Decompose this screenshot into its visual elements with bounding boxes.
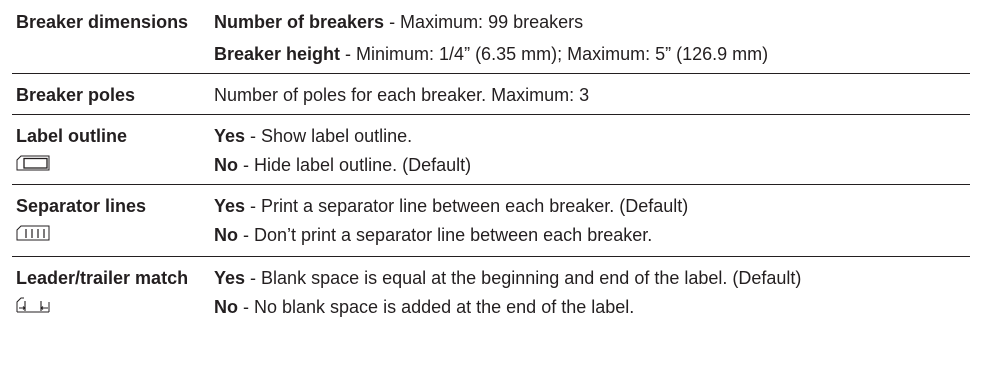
setting-name-cell: Breaker dimensions (12, 0, 214, 74)
setting-name: Separator lines (16, 196, 147, 216)
option-label: No (214, 297, 238, 317)
description-line: Yes - Blank space is equal at the beginn… (214, 267, 970, 289)
setting-name-cell: Label outline (12, 115, 214, 185)
option-text: - Show label outline. (245, 126, 413, 146)
setting-description-cell: Yes - Print a separator line between eac… (214, 185, 970, 257)
table-row: Breaker poles Number of poles for each b… (12, 74, 970, 115)
description-line: No - Don’t print a separator line betwee… (214, 224, 970, 246)
setting-name: Leader/trailer match (16, 268, 189, 288)
table-row: Separator lines Yes - Print a separator … (12, 185, 970, 257)
setting-description-cell: Yes - Blank space is equal at the beginn… (214, 257, 970, 319)
description-line: Number of breakers - Maximum: 99 breaker… (214, 11, 970, 33)
setting-description-cell: Yes - Show label outline. No - Hide labe… (214, 115, 970, 185)
description-line: Breaker height - Minimum: 1/4” (6.35 mm)… (214, 43, 970, 65)
option-label: Yes (214, 268, 246, 288)
option-text: - Hide label outline. (Default) (238, 155, 472, 175)
option-text: - Minimum: 1/4” (6.35 mm); Maximum: 5” (… (340, 44, 769, 64)
option-label: Breaker height (214, 44, 341, 64)
setting-description-cell: Number of poles for each breaker. Maximu… (214, 74, 970, 115)
option-label: No (214, 155, 238, 175)
option-text: - Don’t print a separator line between e… (238, 225, 653, 245)
description-line: Yes - Print a separator line between eac… (214, 195, 970, 217)
setting-description-cell: Number of breakers - Maximum: 99 breaker… (214, 0, 970, 74)
option-text: - Print a separator line between each br… (245, 196, 689, 216)
table-row: Label outline Yes - Show label outline. … (12, 115, 970, 185)
table-row: Breaker dimensions Number of breakers - … (12, 0, 970, 74)
breaker-settings-table: Breaker dimensions Number of breakers - … (12, 0, 970, 318)
option-label: Number of breakers (214, 12, 385, 32)
option-label: Yes (214, 126, 246, 146)
option-text: Number of poles for each breaker. Maximu… (214, 85, 590, 105)
setting-name-cell: Leader/trailer match (12, 257, 214, 319)
option-text: - Blank space is equal at the beginning … (245, 268, 802, 288)
setting-name-cell: Breaker poles (12, 74, 214, 115)
label-outline-icon (16, 155, 214, 176)
table-row: Leader/trailer match Yes - Blank space i… (12, 257, 970, 319)
option-text: - Maximum: 99 breakers (384, 12, 584, 32)
option-text: - No blank space is added at the end of … (238, 297, 635, 317)
description-line: No - Hide label outline. (Default) (214, 154, 970, 176)
separator-lines-icon (16, 225, 214, 246)
option-label: Yes (214, 196, 246, 216)
description-line: No - No blank space is added at the end … (214, 296, 970, 318)
option-label: No (214, 225, 238, 245)
description-line: Yes - Show label outline. (214, 125, 970, 147)
leader-trailer-match-icon (16, 297, 214, 318)
description-line: Number of poles for each breaker. Maximu… (214, 84, 970, 106)
setting-name: Breaker poles (16, 85, 136, 105)
setting-name: Breaker dimensions (16, 12, 189, 32)
setting-name-cell: Separator lines (12, 185, 214, 257)
setting-name: Label outline (16, 126, 128, 146)
